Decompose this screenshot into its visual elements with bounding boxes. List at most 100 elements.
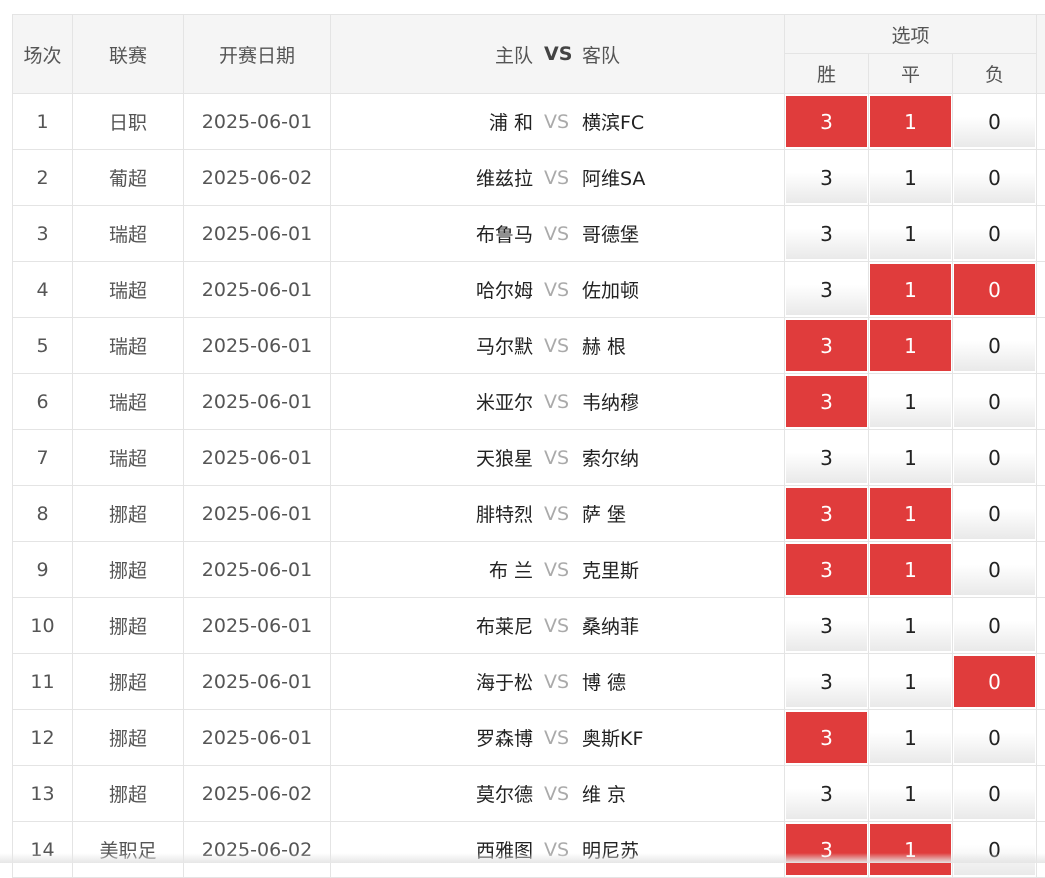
header-away: 客队 <box>582 15 620 93</box>
option-cell: 0 <box>953 822 1037 878</box>
option-win-button[interactable]: 3 <box>786 264 867 315</box>
option-lose-button[interactable]: 0 <box>954 824 1035 875</box>
row-extra <box>1037 318 1045 374</box>
option-draw-button[interactable]: 1 <box>870 208 951 259</box>
home-team: 天狼星 <box>476 430 533 485</box>
match-date: 2025-06-01 <box>184 654 331 710</box>
match-date: 2025-06-01 <box>184 374 331 430</box>
option-lose-button[interactable]: 0 <box>954 320 1035 371</box>
row-extra <box>1037 822 1045 878</box>
option-win-button[interactable]: 3 <box>786 488 867 539</box>
table-row: 9挪超2025-06-01布 兰VS克里斯310 <box>13 542 1045 598</box>
option-draw-button[interactable]: 1 <box>870 712 951 763</box>
option-win-button[interactable]: 3 <box>786 544 867 595</box>
away-team: 奥斯KF <box>582 710 643 765</box>
table-row: 2葡超2025-06-02维兹拉VS阿维SA310 <box>13 150 1045 206</box>
header-date: 开赛日期 <box>184 15 331 94</box>
option-lose-button[interactable]: 0 <box>954 96 1035 147</box>
teams-cell: 维兹拉VS阿维SA <box>331 150 785 206</box>
match-index: 12 <box>13 710 73 766</box>
header-home: 主队 <box>495 15 533 93</box>
header-vs: VS <box>544 15 572 93</box>
home-team: 海于松 <box>476 654 533 709</box>
match-date: 2025-06-01 <box>184 94 331 150</box>
teams-cell: 海于松VS博 德 <box>331 654 785 710</box>
option-draw-button[interactable]: 1 <box>870 600 951 651</box>
home-team: 布 兰 <box>489 542 533 597</box>
option-lose-button[interactable]: 0 <box>954 208 1035 259</box>
option-lose-button[interactable]: 0 <box>954 544 1035 595</box>
league: 挪超 <box>73 598 184 654</box>
match-index: 13 <box>13 766 73 822</box>
option-cell: 3 <box>785 318 869 374</box>
row-extra <box>1037 374 1045 430</box>
option-win-button[interactable]: 3 <box>786 712 867 763</box>
teams-cell: 腓特烈VS萨 堡 <box>331 486 785 542</box>
vs-label: VS <box>544 542 569 597</box>
option-lose-button[interactable]: 0 <box>954 264 1035 315</box>
teams-cell: 米亚尔VS韦纳穆 <box>331 374 785 430</box>
option-win-button[interactable]: 3 <box>786 768 867 819</box>
league: 葡超 <box>73 150 184 206</box>
option-draw-button[interactable]: 1 <box>870 376 951 427</box>
option-draw-button[interactable]: 1 <box>870 320 951 371</box>
option-lose-button[interactable]: 0 <box>954 712 1035 763</box>
option-lose-button[interactable]: 0 <box>954 768 1035 819</box>
option-win-button[interactable]: 3 <box>786 320 867 371</box>
option-lose-button[interactable]: 0 <box>954 600 1035 651</box>
row-extra <box>1037 150 1045 206</box>
option-lose-button[interactable]: 0 <box>954 152 1035 203</box>
match-index: 3 <box>13 206 73 262</box>
option-draw-button[interactable]: 1 <box>870 488 951 539</box>
option-lose-button[interactable]: 0 <box>954 432 1035 483</box>
match-index: 14 <box>13 822 73 878</box>
match-date: 2025-06-01 <box>184 542 331 598</box>
match-date: 2025-06-02 <box>184 766 331 822</box>
option-cell: 1 <box>869 654 953 710</box>
option-win-button[interactable]: 3 <box>786 656 867 707</box>
table-row: 12挪超2025-06-01罗森博VS奥斯KF310 <box>13 710 1045 766</box>
option-cell: 1 <box>869 710 953 766</box>
league: 挪超 <box>73 710 184 766</box>
option-win-button[interactable]: 3 <box>786 824 867 875</box>
option-draw-button[interactable]: 1 <box>870 432 951 483</box>
match-date: 2025-06-01 <box>184 486 331 542</box>
home-team: 莫尔德 <box>476 766 533 821</box>
option-cell: 3 <box>785 150 869 206</box>
option-draw-button[interactable]: 1 <box>870 264 951 315</box>
option-cell: 1 <box>869 822 953 878</box>
option-cell: 1 <box>869 598 953 654</box>
option-draw-button[interactable]: 1 <box>870 152 951 203</box>
teams-cell: 布莱尼VS桑纳菲 <box>331 598 785 654</box>
option-draw-button[interactable]: 1 <box>870 96 951 147</box>
away-team: 维 京 <box>582 766 626 821</box>
option-win-button[interactable]: 3 <box>786 432 867 483</box>
option-draw-button[interactable]: 1 <box>870 824 951 875</box>
option-draw-button[interactable]: 1 <box>870 768 951 819</box>
option-lose-button[interactable]: 0 <box>954 488 1035 539</box>
match-index: 5 <box>13 318 73 374</box>
away-team: 佐加顿 <box>582 262 639 317</box>
option-lose-button[interactable]: 0 <box>954 656 1035 707</box>
option-cell: 0 <box>953 206 1037 262</box>
option-cell: 0 <box>953 654 1037 710</box>
table-row: 8挪超2025-06-01腓特烈VS萨 堡310 <box>13 486 1045 542</box>
option-win-button[interactable]: 3 <box>786 376 867 427</box>
option-win-button[interactable]: 3 <box>786 152 867 203</box>
match-index: 9 <box>13 542 73 598</box>
away-team: 克里斯 <box>582 542 639 597</box>
away-team: 韦纳穆 <box>582 374 639 429</box>
option-cell: 0 <box>953 318 1037 374</box>
option-cell: 3 <box>785 486 869 542</box>
option-draw-button[interactable]: 1 <box>870 656 951 707</box>
option-win-button[interactable]: 3 <box>786 600 867 651</box>
teams-cell: 罗森博VS奥斯KF <box>331 710 785 766</box>
option-draw-button[interactable]: 1 <box>870 544 951 595</box>
league: 瑞超 <box>73 262 184 318</box>
option-win-button[interactable]: 3 <box>786 208 867 259</box>
table-row: 5瑞超2025-06-01马尔默VS赫 根310 <box>13 318 1045 374</box>
option-lose-button[interactable]: 0 <box>954 376 1035 427</box>
row-extra <box>1037 262 1045 318</box>
option-win-button[interactable]: 3 <box>786 96 867 147</box>
option-cell: 0 <box>953 766 1037 822</box>
